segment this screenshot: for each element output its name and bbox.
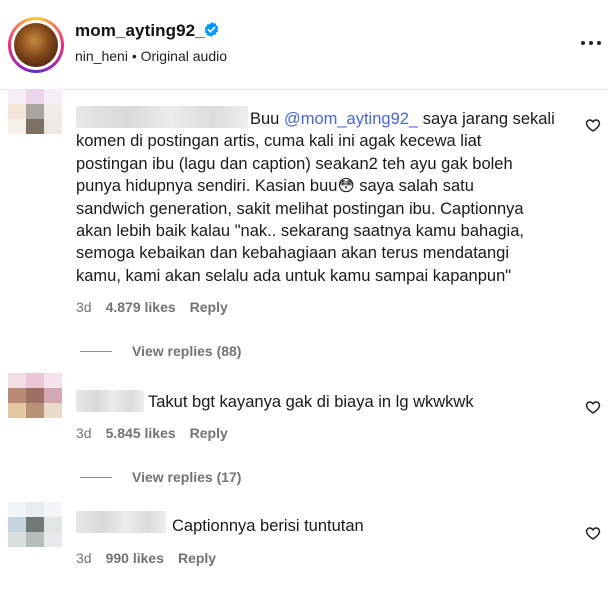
comment-likes[interactable]: 5.845 likes (106, 425, 176, 441)
post-header: mom_ayting92_ nin_heni • Original audio (0, 0, 608, 88)
reply-button[interactable]: Reply (190, 425, 228, 441)
view-replies-button[interactable]: View replies (88) (132, 343, 241, 359)
comment-likes[interactable]: 990 likes (106, 550, 164, 566)
comment-avatar[interactable] (8, 373, 62, 433)
audio-line[interactable]: nin_heni • Original audio (75, 48, 227, 64)
like-heart-icon[interactable] (585, 399, 601, 415)
verified-badge-icon (204, 22, 219, 37)
view-replies-button[interactable]: View replies (17) (132, 469, 241, 485)
comment-meta: 3d 4.879 likes Reply (76, 299, 228, 315)
comment-line: akan lebih baik kalau "nak.. sekarang sa… (76, 222, 524, 241)
comment-avatar[interactable] (8, 89, 62, 149)
comment-time: 3d (76, 550, 92, 566)
replies-divider (80, 351, 112, 352)
avatar-inner (11, 20, 61, 70)
mention-link[interactable]: @mom_ayting92_ (284, 110, 418, 128)
comment-line: semoga kebaikan dan kebahagiaan akan ter… (76, 244, 509, 263)
comment-username[interactable] (76, 390, 144, 412)
comment-time: 3d (76, 299, 92, 315)
replies-divider (80, 477, 112, 478)
comment-meta: 3d 990 likes Reply (76, 550, 216, 566)
comment-username[interactable] (76, 511, 166, 533)
comment-text: Captionnya berisi tuntutan (172, 517, 364, 535)
reply-button[interactable]: Reply (190, 299, 228, 315)
comment-text-rest: saya jarang sekali (418, 110, 555, 128)
like-heart-icon[interactable] (585, 117, 601, 133)
comment-line: sandwich generation, sakit melihat posti… (76, 199, 524, 218)
comment-time: 3d (76, 425, 92, 441)
comment-line: punya hidupnya sendiri. Kasian buu😳 saya… (76, 177, 474, 196)
comment-likes[interactable]: 4.879 likes (106, 299, 176, 315)
like-heart-icon[interactable] (585, 525, 601, 541)
header-divider (0, 89, 608, 90)
comment-line: komen di postingan artis, cuma kali ini … (76, 132, 482, 151)
comment-avatar[interactable] (8, 502, 62, 562)
avatar-photo (14, 23, 58, 67)
author-username[interactable]: mom_ayting92_ (75, 21, 205, 41)
comment-text: Takut bgt kayanya gak di biaya in lg wkw… (148, 393, 474, 411)
comment-text: Buu @mom_ayting92_ saya jarang sekali ko… (76, 108, 596, 287)
reply-button[interactable]: Reply (178, 550, 216, 566)
comment-line: kamu, kami akan selalu ada untuk kamu sa… (76, 266, 512, 285)
author-avatar[interactable] (8, 17, 64, 73)
comment-line: postingan ibu (lagu dan caption) seakan2… (76, 154, 513, 173)
more-options-icon[interactable] (580, 33, 602, 53)
comment-meta: 3d 5.845 likes Reply (76, 425, 228, 441)
comment-text-prefix: Buu (250, 110, 284, 128)
